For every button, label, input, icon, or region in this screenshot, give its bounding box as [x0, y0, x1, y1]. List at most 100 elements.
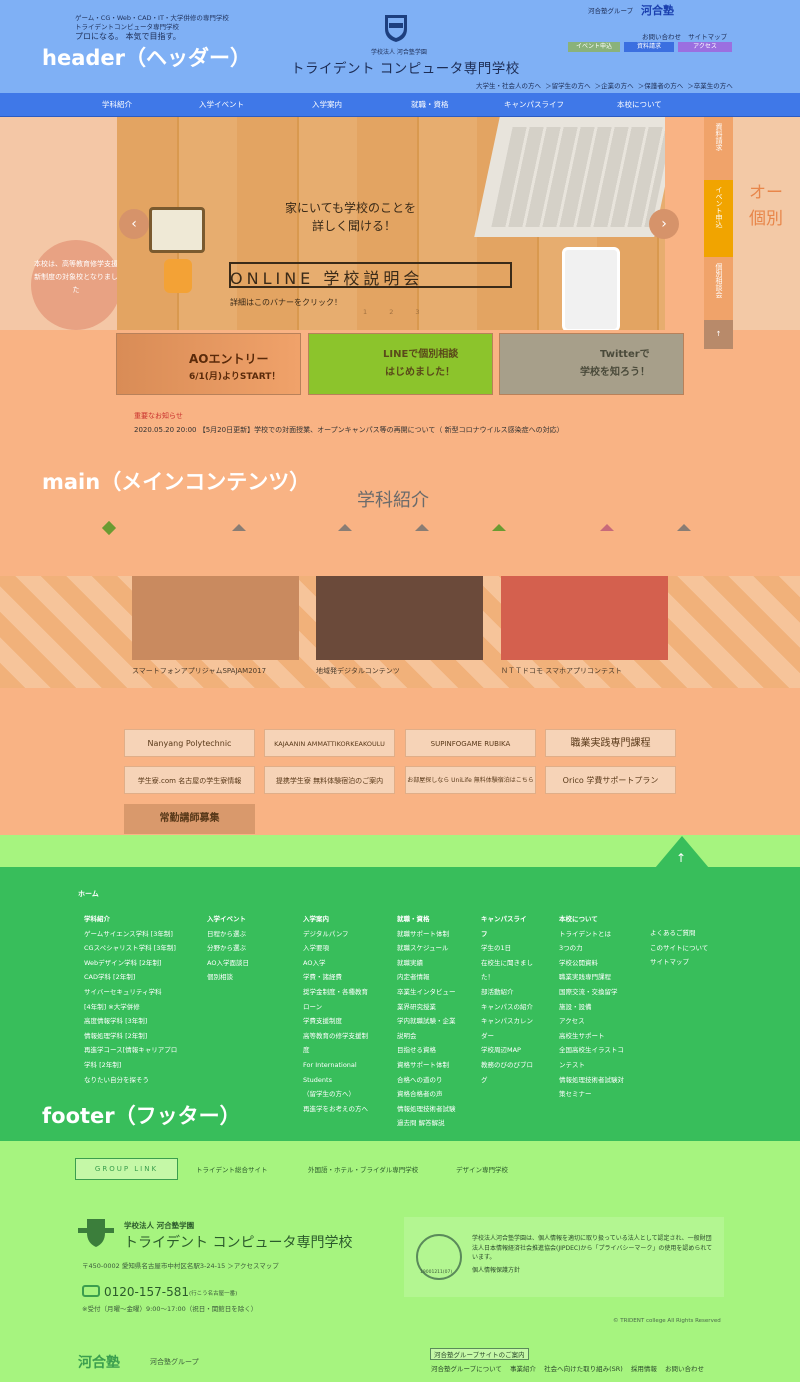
- footer-link[interactable]: 説明会: [397, 1029, 475, 1044]
- footer-link[interactable]: 資格合格者の声: [397, 1087, 475, 1102]
- footer-link[interactable]: 部活動紹介: [481, 985, 553, 1000]
- footer-link[interactable]: よくあるご質問: [650, 926, 740, 941]
- footer-link[interactable]: CAD学科 [2年制]: [84, 970, 194, 985]
- orico-banner[interactable]: Orico 学費サポートプラン: [545, 766, 676, 794]
- kawai-link[interactable]: 事業紹介: [510, 1365, 536, 1373]
- brochure-request-button[interactable]: 資料請求: [624, 42, 674, 52]
- nav-item-about[interactable]: 本校について: [617, 93, 662, 117]
- group-link-hotel[interactable]: 外国語・ホテル・ブライダル専門学校: [308, 1164, 418, 1174]
- footer-link[interactable]: 個別相談: [207, 970, 287, 985]
- event-apply-button[interactable]: イベント申込: [568, 42, 620, 52]
- slider-dots[interactable]: 1 2 3: [363, 308, 430, 316]
- notice-item[interactable]: 2020.05.20 20:00 【5月20日更新】学校での対面授業、オープンキ…: [134, 425, 564, 435]
- footer-link[interactable]: サイバーセキュリティ学科: [84, 985, 194, 1000]
- kawai-link[interactable]: お問い合わせ: [665, 1365, 704, 1373]
- nav-item-departments[interactable]: 学科紹介: [102, 93, 132, 117]
- footer-link[interactable]: 合格への道のり: [397, 1073, 475, 1088]
- footer-link[interactable]: 全国高校生イラストコ: [559, 1043, 641, 1058]
- footer-link[interactable]: CGスペシャリスト学科 [3年制]: [84, 941, 194, 956]
- dept-tab-6[interactable]: [600, 524, 614, 531]
- footer-link[interactable]: 学校公開資料: [559, 956, 641, 971]
- footer-link[interactable]: アクセス: [559, 1014, 641, 1029]
- footer-link[interactable]: トライデントとは: [559, 927, 641, 942]
- dept-tab-active[interactable]: [101, 520, 117, 536]
- staff-recruit-banner[interactable]: 常勤講師募集: [124, 804, 255, 834]
- footer-link[interactable]: キャンパスの紹介: [481, 1000, 553, 1015]
- dept-tab-4[interactable]: [415, 524, 429, 531]
- nav-item-career[interactable]: 就職・資格: [411, 93, 449, 117]
- work-photo-spajam[interactable]: [132, 576, 299, 660]
- footer-link[interactable]: 就職スケジュール: [397, 941, 475, 956]
- support-notice-badge[interactable]: 本校は、高等教育修学支援新制度の対象校となりました: [31, 240, 121, 330]
- footer-link[interactable]: （留学生の方へ）: [303, 1087, 383, 1102]
- dept-tab-3[interactable]: [338, 524, 352, 531]
- dormitory-banner[interactable]: 学生寮.com 名古屋の学生寮情報: [124, 766, 255, 794]
- footer-link[interactable]: た！: [481, 970, 553, 985]
- footer-phone[interactable]: 0120-157-581: [104, 1285, 189, 1299]
- nav-item-admission[interactable]: 入学案内: [312, 93, 342, 117]
- nav-item-events[interactable]: 入学イベント: [199, 93, 244, 117]
- kawai-link[interactable]: 河合塾グループについて: [431, 1365, 502, 1373]
- footer-link[interactable]: 学内就職試験・企業: [397, 1014, 475, 1029]
- footer-link[interactable]: ローン: [303, 1000, 383, 1015]
- footer-link[interactable]: 学科 [2年制]: [84, 1058, 194, 1073]
- footer-link[interactable]: 再進学をお考えの方へ: [303, 1102, 383, 1117]
- unilife-banner[interactable]: お部屋探しなら UniLife 無料体験宿泊はこちら: [405, 766, 536, 794]
- nav-item-campus-life[interactable]: キャンパスライフ: [504, 93, 564, 117]
- work-photo-docomo[interactable]: [501, 576, 668, 660]
- group-link-design[interactable]: デザイン専門学校: [456, 1164, 508, 1174]
- footer-link[interactable]: 国際交流・交換留学: [559, 985, 641, 1000]
- footer-col-head[interactable]: キャンパスライ: [481, 912, 553, 927]
- footer-link[interactable]: 奨学金制度・各種教育: [303, 985, 383, 1000]
- footer-link[interactable]: 在校生に聞きまし: [481, 956, 553, 971]
- footer-link[interactable]: 高等教育の修学支援制: [303, 1029, 383, 1044]
- footer-link[interactable]: 就職実績: [397, 956, 475, 971]
- supinfogame-banner[interactable]: SUPINFOGAME RUBIKA: [405, 729, 536, 757]
- footer-link[interactable]: 施設・設備: [559, 1000, 641, 1015]
- dept-tab-5[interactable]: [492, 524, 506, 531]
- partner-dorm-banner[interactable]: 提携学生寮 無料体験宿泊のご案内: [264, 766, 395, 794]
- footer-link[interactable]: 過去問 解答解説: [397, 1116, 475, 1131]
- work-caption[interactable]: ＮＴＴドコモ スマホアプリコンテスト: [501, 666, 622, 676]
- kawai-link[interactable]: 社会へ向けた取り組み(SR): [544, 1365, 623, 1373]
- side-tab-event[interactable]: イベント申込: [704, 180, 733, 257]
- vocational-course-banner[interactable]: 職業実践専門課程: [545, 729, 676, 757]
- footer-link[interactable]: 職業実践専門課程: [559, 970, 641, 985]
- kawai-link[interactable]: 採用情報: [631, 1365, 657, 1373]
- footer-link[interactable]: 学費支援制度: [303, 1014, 383, 1029]
- footer-col-head[interactable]: 入学案内: [303, 912, 383, 927]
- footer-address[interactable]: 〒450-0002 愛知県名古屋市中村区名駅3-24-15 ＞アクセスマップ: [82, 1260, 279, 1270]
- footer-link[interactable]: 度: [303, 1043, 383, 1058]
- footer-link[interactable]: 策セミナー: [559, 1087, 641, 1102]
- dept-tab-7[interactable]: [677, 524, 691, 531]
- footer-link[interactable]: 卒業生インタビュー: [397, 985, 475, 1000]
- slider-prev-icon[interactable]: ‹: [119, 209, 149, 239]
- side-tab-consult[interactable]: 個別相談会: [704, 257, 733, 320]
- privacy-policy-link[interactable]: 個人情報保護方針: [472, 1266, 717, 1276]
- access-button[interactable]: アクセス: [678, 42, 732, 52]
- footer-col-head[interactable]: 入学イベント: [207, 912, 287, 927]
- footer-link[interactable]: ンテスト: [559, 1058, 641, 1073]
- footer-link[interactable]: 就職サポート体制: [397, 927, 475, 942]
- audience-links[interactable]: 大学生・社会人の方へ ＞留学生の方へ ＞企業の方へ ＞保護者の方へ ＞卒業生の方…: [476, 80, 733, 90]
- dept-tab-2[interactable]: [232, 524, 246, 531]
- work-caption[interactable]: 地域発デジタルコンテンツ: [316, 666, 400, 676]
- footer-link[interactable]: 情報処理学科 [2年制]: [84, 1029, 194, 1044]
- footer-link[interactable]: 高度情報学科 [3年制]: [84, 1014, 194, 1029]
- contact-link[interactable]: お問い合わせ: [642, 33, 681, 41]
- footer-link[interactable]: キャンパスカレン: [481, 1014, 553, 1029]
- footer-link[interactable]: 入学要項: [303, 941, 383, 956]
- side-tab-brochure[interactable]: 資料請求: [704, 117, 733, 180]
- footer-col-head[interactable]: 学科紹介: [84, 912, 194, 927]
- footer-link[interactable]: 教務のびのびブロ: [481, 1058, 553, 1073]
- footer-link[interactable]: [4年制] ※大学併修: [84, 1000, 194, 1015]
- footer-home-link[interactable]: ホーム: [78, 889, 99, 899]
- footer-col-head[interactable]: フ: [481, 927, 553, 942]
- arrow-up-icon[interactable]: ↑: [676, 851, 686, 865]
- kajaani-banner[interactable]: KAJAANIN AMMATTIKORKEAKOULU: [264, 729, 395, 757]
- footer-link[interactable]: このサイトについて: [650, 941, 740, 956]
- footer-link[interactable]: 日程から選ぶ: [207, 927, 287, 942]
- group-link-trident[interactable]: トライデント総合サイト: [196, 1164, 268, 1174]
- ao-entry-banner[interactable]: AOエントリー 6/1(月)よりSTART！: [116, 333, 301, 395]
- footer-link[interactable]: Students: [303, 1073, 383, 1088]
